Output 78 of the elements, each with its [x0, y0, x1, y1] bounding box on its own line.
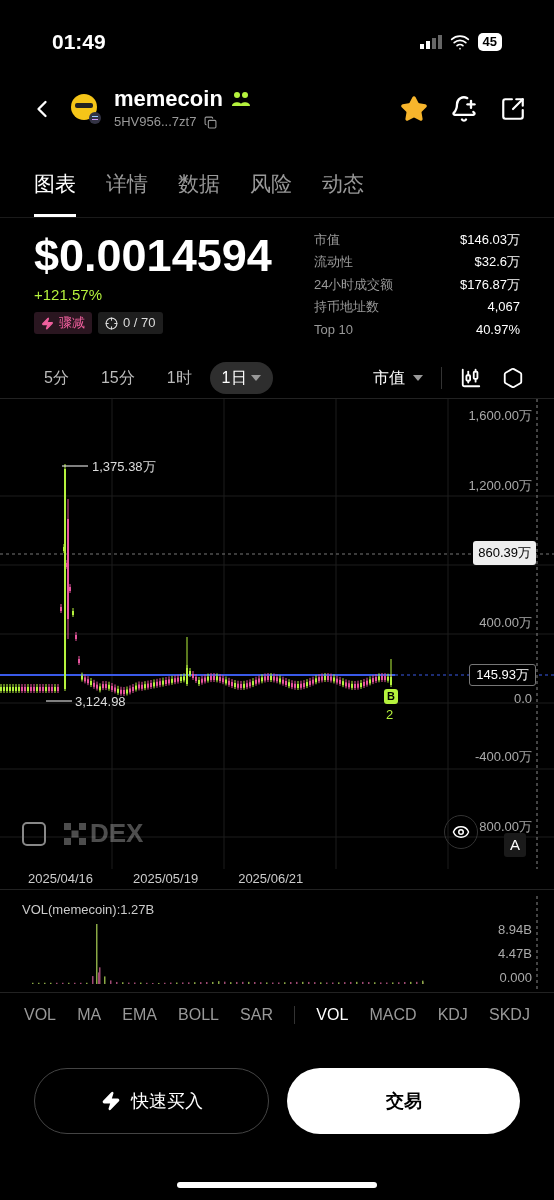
y-axis-label: 1,600.00万	[468, 408, 532, 424]
share-icon[interactable]	[500, 96, 526, 122]
stat-label: 流动性	[314, 253, 353, 271]
date-label: 2025/06/21	[238, 869, 304, 888]
auto-scale-button[interactable]: A	[504, 833, 526, 857]
wifi-icon	[449, 32, 470, 52]
y-axis-label: 1,200.00万	[468, 478, 532, 494]
caret-icon	[250, 375, 261, 381]
interval-tab[interactable]: 1时	[152, 362, 206, 394]
indicator-tab[interactable]: VOL	[24, 1002, 56, 1027]
indicator-tab[interactable]: SKDJ	[489, 1002, 530, 1027]
volume-title: VOL(memecoin):1.27B	[22, 901, 155, 919]
high-price-label: 1,375.38万	[92, 458, 156, 476]
drop-alert-tag: 骤减	[34, 312, 92, 334]
tab[interactable]: 详情	[106, 168, 148, 217]
settings-icon[interactable]	[502, 367, 524, 389]
interval-tab[interactable]: 1日	[209, 362, 273, 394]
watermark-text: DEX	[90, 817, 144, 850]
volume-axis-label: 0.000	[499, 971, 532, 985]
favorite-star-icon[interactable]	[400, 95, 428, 123]
stat-value: $146.03万	[460, 230, 520, 249]
interval-tab[interactable]: 15分	[86, 362, 149, 394]
indicator-tab[interactable]: MACD	[369, 1002, 417, 1027]
date-label: 2025/04/16	[28, 869, 94, 888]
token-address: 5HV956...7zt7	[114, 113, 197, 132]
crosshair-price-tag: 860.39万	[473, 541, 536, 565]
price-change: +121.57%	[34, 284, 103, 305]
low-price-label: 3,124.98	[75, 693, 126, 711]
y-axis-label: 400.00万	[479, 615, 532, 631]
volume-axis-label: 8.94B	[498, 923, 532, 937]
indicator-tab[interactable]: VOL	[316, 1002, 349, 1027]
stat-label: 市值	[314, 230, 340, 249]
lightning-icon	[41, 316, 54, 330]
leader-line	[45, 700, 73, 702]
interval-tab[interactable]: 5分	[30, 362, 83, 394]
stat-value: 40.97%	[475, 320, 520, 339]
indicator-tab[interactable]: EMA	[122, 1002, 157, 1027]
metric-dropdown[interactable]: 市值	[373, 366, 423, 390]
eye-icon	[452, 823, 470, 841]
copy-icon[interactable]	[204, 115, 218, 129]
tab[interactable]: 动态	[322, 168, 364, 217]
fullscreen-icon[interactable]	[22, 821, 46, 846]
community-icon	[230, 91, 251, 108]
target-tag: 0 / 70	[98, 312, 163, 334]
date-label: 2025/05/19	[133, 869, 199, 888]
buy-marker: B	[384, 689, 398, 704]
stat-label: 持币地址数	[314, 298, 379, 316]
indicator-tab[interactable]: BOLL	[178, 1002, 219, 1027]
price-value: $0.0014594	[34, 228, 272, 283]
indicator-tab[interactable]: KDJ	[437, 1002, 468, 1027]
y-axis-label: 800.00万	[479, 819, 532, 835]
token-avatar-icon	[70, 93, 102, 125]
stat-value: $32.6万	[474, 253, 520, 271]
tab[interactable]: 风险	[250, 168, 292, 217]
stat-value: $176.87万	[460, 275, 520, 294]
stat-label: 24小时成交额	[314, 275, 394, 294]
trade-button[interactable]: 交易	[287, 1068, 520, 1134]
signal-icon	[419, 35, 442, 49]
battery-level: 45	[477, 33, 502, 51]
crosshair-icon	[105, 316, 118, 330]
tab[interactable]: 数据	[178, 168, 220, 217]
buy-count: 2	[386, 706, 394, 724]
stat-value: 4,067	[487, 298, 520, 316]
token-name: memecoin	[114, 86, 223, 113]
leader-line	[61, 465, 89, 467]
current-price-tag: 145.93万	[469, 664, 536, 686]
status-time: 01:49	[52, 29, 106, 56]
indicator-tab[interactable]: SAR	[240, 1002, 273, 1027]
checker-logo-icon	[64, 822, 86, 845]
indicator-tab[interactable]: MA	[77, 1002, 102, 1027]
indicator-icon[interactable]	[460, 367, 482, 389]
tab[interactable]: 图表	[34, 168, 76, 217]
volume-axis-label: 4.47B	[498, 947, 532, 961]
y-axis-label: -400.00万	[474, 749, 532, 765]
stat-label: Top 10	[314, 320, 354, 339]
lightning-icon	[100, 1091, 121, 1111]
add-alert-icon[interactable]	[450, 95, 478, 123]
y-axis-label: 0.0	[513, 691, 532, 707]
